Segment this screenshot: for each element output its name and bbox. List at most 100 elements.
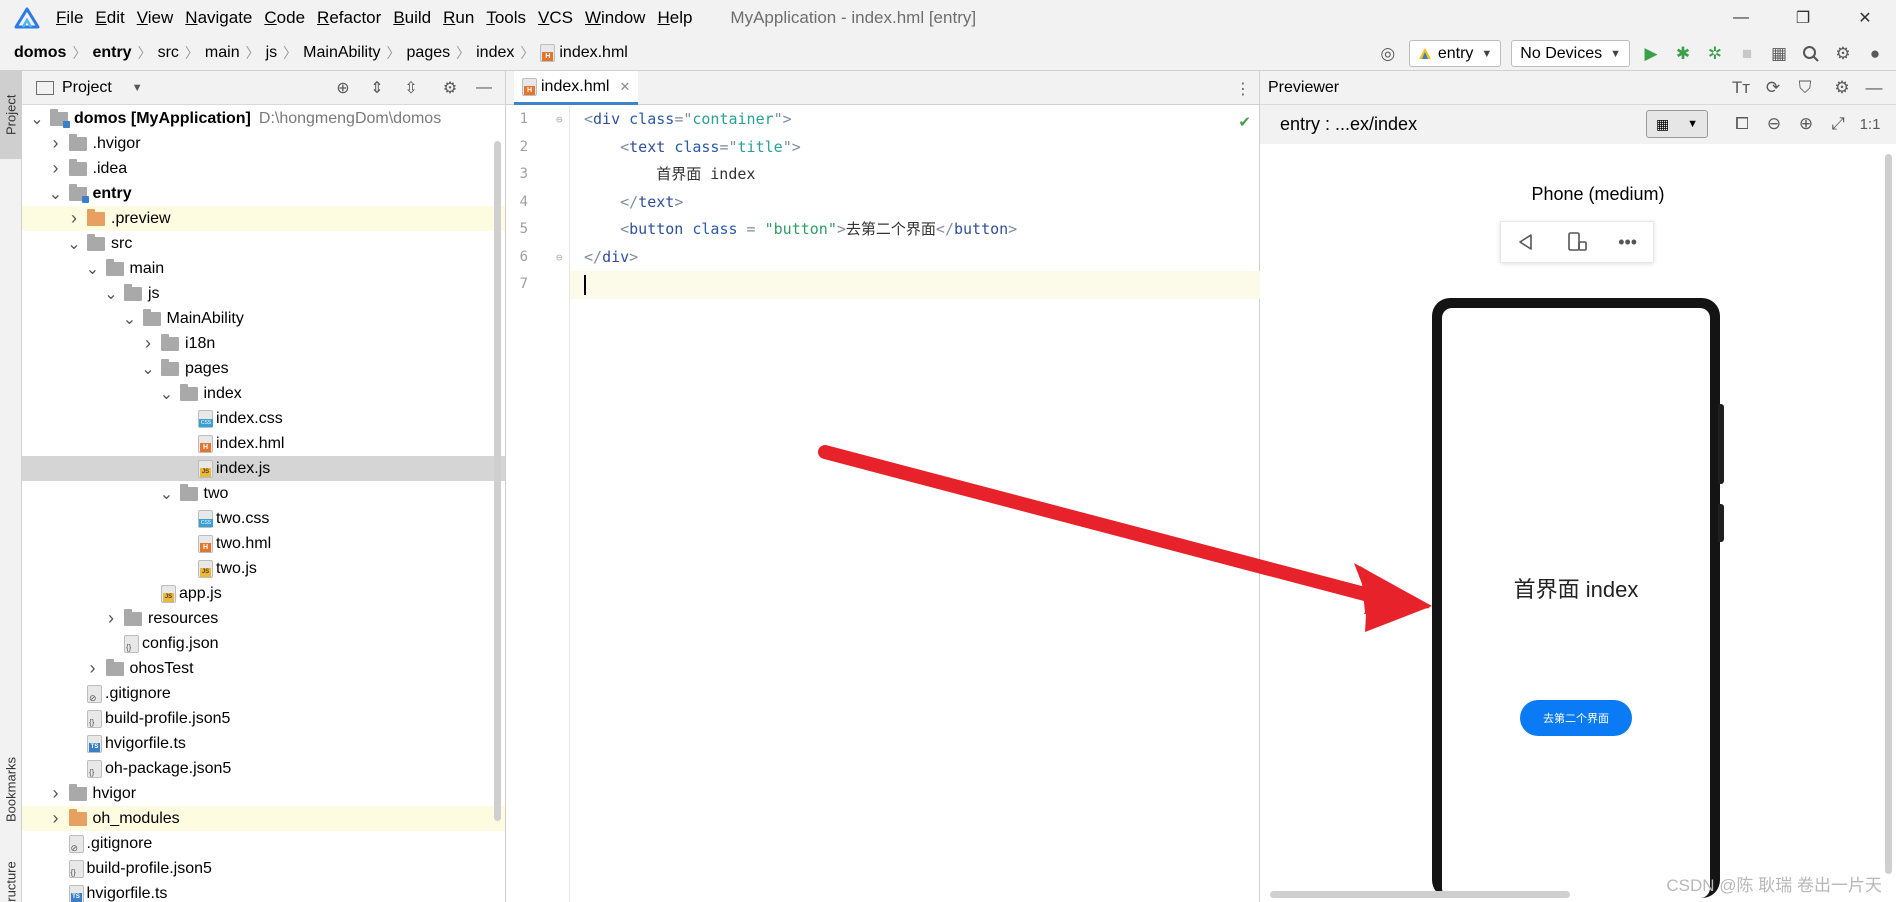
tree-row[interactable]: app.js xyxy=(22,581,505,606)
profile-icon[interactable]: ● xyxy=(1862,41,1888,67)
tree-row[interactable]: two.css xyxy=(22,506,505,531)
chevron-down-icon[interactable]: ⌄ xyxy=(104,284,118,304)
tree-row[interactable]: index.js xyxy=(22,456,505,481)
maximize-button[interactable]: ❐ xyxy=(1772,0,1834,36)
device-select[interactable]: No Devices ▼ xyxy=(1511,40,1630,67)
tree-row[interactable]: ⌄ src xyxy=(22,231,505,256)
project-structure-icon[interactable]: ▦ xyxy=(1766,41,1792,67)
chevron-down-icon[interactable]: ⌄ xyxy=(30,109,44,129)
actual-size-button[interactable]: 1:1 xyxy=(1857,111,1883,137)
menu-item[interactable]: View xyxy=(137,8,174,28)
zoom-in-icon[interactable]: ⊕ xyxy=(1793,111,1819,137)
project-view-select[interactable]: Project ▼ xyxy=(28,79,143,97)
tree-row[interactable]: › .idea xyxy=(22,156,505,181)
tree-row[interactable]: index.css xyxy=(22,406,505,431)
breadcrumb-item[interactable]: src xyxy=(158,44,179,62)
run-config-select[interactable]: entry ▼ xyxy=(1408,40,1502,67)
tree-row[interactable]: › ohosTest xyxy=(22,656,505,681)
menu-item[interactable]: File xyxy=(56,8,83,28)
back-icon[interactable] xyxy=(1507,225,1545,259)
tree-row[interactable]: ⌄ index xyxy=(22,381,505,406)
hide-panel-icon[interactable]: — xyxy=(470,75,498,101)
tree-row[interactable]: build-profile.json5 xyxy=(22,706,505,731)
menu-item[interactable]: Window xyxy=(585,8,645,28)
chevron-right-icon[interactable]: › xyxy=(49,158,63,179)
tree-row[interactable]: hvigorfile.ts xyxy=(22,881,505,902)
code-area[interactable]: 1 ⊖ <div class="container"> 2 <text class="… xyxy=(520,106,1260,299)
target-icon[interactable]: ◎ xyxy=(1375,41,1401,67)
breadcrumb-item[interactable]: index xyxy=(476,44,514,62)
preview-scrollbar-horizontal[interactable] xyxy=(1270,891,1570,898)
chevron-right-icon[interactable]: › xyxy=(49,808,63,829)
debug-icon[interactable]: ✱ xyxy=(1670,41,1696,67)
tree-row[interactable]: index.hml xyxy=(22,431,505,456)
previewer-settings-icon[interactable]: ⚙ xyxy=(1829,75,1855,101)
tree-row[interactable]: ⌄ pages xyxy=(22,356,505,381)
chevron-down-icon[interactable]: ⌄ xyxy=(67,234,81,254)
expand-all-icon[interactable]: ⇕ xyxy=(363,75,391,101)
tree-row[interactable]: hvigorfile.ts xyxy=(22,731,505,756)
chevron-down-icon[interactable]: ⌄ xyxy=(49,184,63,204)
bookmarks-tool-tab[interactable]: Bookmarks xyxy=(0,739,22,839)
menu-item[interactable]: Refactor xyxy=(317,8,381,28)
structure-tool-tab[interactable]: Structure xyxy=(0,861,22,902)
chevron-right-icon[interactable]: › xyxy=(67,208,81,229)
font-size-icon[interactable]: Tт xyxy=(1728,75,1754,101)
tree-row[interactable]: build-profile.json5 xyxy=(22,856,505,881)
breadcrumb-file[interactable]: index.hml xyxy=(540,43,628,62)
breadcrumb-item[interactable]: entry xyxy=(92,44,131,62)
menu-item[interactable]: Code xyxy=(264,8,305,28)
zoom-out-icon[interactable]: ⊖ xyxy=(1761,111,1787,137)
menu-item[interactable]: Help xyxy=(657,8,692,28)
chevron-right-icon[interactable]: › xyxy=(141,333,155,354)
hide-previewer-icon[interactable]: — xyxy=(1861,75,1887,101)
tree-row[interactable]: .gitignore xyxy=(22,681,505,706)
menu-item[interactable]: Edit xyxy=(95,8,124,28)
code-line[interactable]: 7 xyxy=(520,271,1260,299)
chevron-down-icon[interactable]: ⌄ xyxy=(123,309,137,329)
menu-item[interactable]: Navigate xyxy=(185,8,252,28)
tree-row[interactable]: two.hml xyxy=(22,531,505,556)
menu-item[interactable]: Tools xyxy=(486,8,526,28)
menu-item[interactable]: Build xyxy=(393,8,431,28)
minimize-button[interactable]: — xyxy=(1710,0,1772,36)
refresh-icon[interactable]: ⟳ xyxy=(1760,75,1786,101)
code-line[interactable]: 5 <button class = "button">去第二个界面</butto… xyxy=(520,216,1260,244)
tree-row[interactable]: ⌄ entry xyxy=(22,181,505,206)
more-options-icon[interactable]: ⋮ xyxy=(1235,79,1251,99)
chevron-down-icon[interactable]: ⌄ xyxy=(86,259,100,279)
chevron-right-icon[interactable]: › xyxy=(49,133,63,154)
menu-item[interactable]: VCS xyxy=(538,8,573,28)
breadcrumb-item[interactable]: MainAbility xyxy=(303,44,380,62)
more-icon[interactable]: ••• xyxy=(1609,225,1647,259)
collapse-all-icon[interactable]: ⇳ xyxy=(397,75,425,101)
tree-row[interactable]: › .hvigor xyxy=(22,131,505,156)
chevron-right-icon[interactable]: › xyxy=(49,783,63,804)
chevron-right-icon[interactable]: › xyxy=(104,608,118,629)
tree-row[interactable]: ⌄ main xyxy=(22,256,505,281)
settings-icon[interactable]: ⚙ xyxy=(1830,41,1856,67)
code-line[interactable]: 4 </text> xyxy=(520,189,1260,217)
crop-icon[interactable]: ⧠ xyxy=(1729,111,1755,137)
tab-index-hml[interactable]: index.hml ✕ xyxy=(514,71,639,105)
tree-row[interactable]: › i18n xyxy=(22,331,505,356)
stop-icon[interactable]: ■ xyxy=(1734,41,1760,67)
run-icon[interactable]: ▶ xyxy=(1638,41,1664,67)
project-tool-tab[interactable]: Project xyxy=(0,71,22,159)
tree-row[interactable]: › hvigor xyxy=(22,781,505,806)
tree-row[interactable]: ⌄ js xyxy=(22,281,505,306)
tree-row[interactable]: oh-package.json5 xyxy=(22,756,505,781)
breadcrumb-item[interactable]: pages xyxy=(407,44,451,62)
tree-row[interactable]: config.json xyxy=(22,631,505,656)
menu-item[interactable]: Run xyxy=(443,8,474,28)
inspector-icon[interactable]: ⛉ xyxy=(1792,75,1818,101)
chevron-down-icon[interactable]: ⌄ xyxy=(160,384,174,404)
preview-scrollbar-vertical[interactable] xyxy=(1885,154,1892,874)
code-line[interactable]: 1 ⊖ <div class="container"> xyxy=(520,106,1260,134)
breadcrumb-item[interactable]: js xyxy=(266,44,278,62)
tree-row[interactable]: two.js xyxy=(22,556,505,581)
project-tree-scrollbar[interactable] xyxy=(494,141,501,821)
breadcrumb-item[interactable]: domos xyxy=(14,44,66,62)
go-to-second-page-button[interactable]: 去第二个界面 xyxy=(1520,700,1632,736)
tree-row[interactable]: › oh_modules xyxy=(22,806,505,831)
